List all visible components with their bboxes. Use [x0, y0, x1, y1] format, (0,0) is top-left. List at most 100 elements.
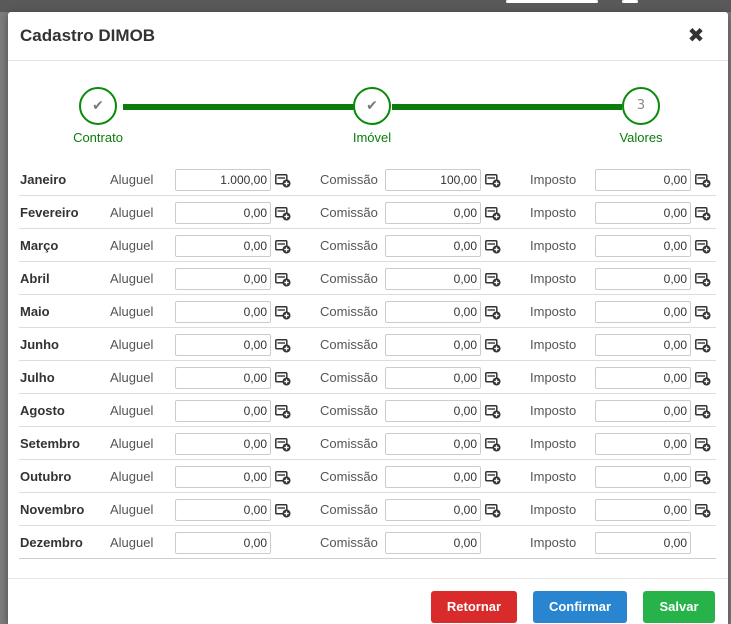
confirmar-button[interactable]: Confirmar [533, 591, 627, 623]
comissao-label: Comissão [320, 370, 378, 385]
month-label: Julho [20, 370, 55, 385]
calculator-add-icon[interactable] [695, 207, 711, 221]
table-row: Junho Aluguel 0,00 Comissão 0,00 Imposto 0,00 [19, 328, 716, 361]
calculator-add-icon[interactable] [275, 339, 291, 353]
imposto-input[interactable]: 0,00 [595, 433, 691, 455]
aluguel-input[interactable]: 0,00 [175, 202, 271, 224]
aluguel-input[interactable]: 0,00 [175, 367, 271, 389]
aluguel-label: Aluguel [110, 337, 154, 352]
calculator-add-icon[interactable] [485, 306, 501, 320]
step-contrato-circle[interactable]: ✔ [79, 87, 117, 125]
imposto-input[interactable]: 0,00 [595, 532, 691, 554]
imposto-input[interactable]: 0,00 [595, 499, 691, 521]
aluguel-input[interactable]: 0,00 [175, 235, 271, 257]
imposto-input[interactable]: 0,00 [595, 367, 691, 389]
month-label: Outubro [20, 469, 72, 484]
close-icon[interactable]: ✖ [686, 25, 706, 45]
table-row: Setembro Aluguel 0,00 Comissão 0,00 Imposto 0,… [19, 427, 716, 460]
calculator-add-icon[interactable] [485, 504, 501, 518]
table-row: Maio Aluguel 0,00 Comissão 0,00 Imposto 0,00 [19, 295, 716, 328]
aluguel-label: Aluguel [110, 535, 154, 550]
calculator-add-icon[interactable] [695, 339, 711, 353]
calculator-add-icon[interactable] [275, 273, 291, 287]
comissao-input[interactable]: 0,00 [385, 499, 481, 521]
comissao-input[interactable]: 0,00 [385, 268, 481, 290]
calculator-add-icon[interactable] [485, 174, 501, 188]
calculator-add-icon[interactable] [275, 207, 291, 221]
calculator-add-icon[interactable] [485, 438, 501, 452]
comissao-input[interactable]: 0,00 [385, 202, 481, 224]
calculator-add-icon[interactable] [275, 240, 291, 254]
imposto-input[interactable]: 0,00 [595, 466, 691, 488]
calculator-add-icon[interactable] [275, 306, 291, 320]
imposto-input[interactable]: 0,00 [595, 334, 691, 356]
calculator-add-icon[interactable] [485, 207, 501, 221]
table-row: Fevereiro Aluguel 0,00 Comissão 0,00 Imposto 0… [19, 196, 716, 229]
calculator-add-icon[interactable] [695, 471, 711, 485]
step-imovel-circle[interactable]: ✔ [353, 87, 391, 125]
comissao-input[interactable]: 0,00 [385, 334, 481, 356]
aluguel-input[interactable]: 0,00 [175, 400, 271, 422]
calculator-add-icon[interactable] [275, 372, 291, 386]
imposto-input[interactable]: 0,00 [595, 169, 691, 191]
calculator-add-icon[interactable] [695, 438, 711, 452]
calculator-add-icon[interactable] [695, 306, 711, 320]
imposto-input[interactable]: 0,00 [595, 268, 691, 290]
step-number: 3 [636, 98, 646, 113]
calculator-add-icon[interactable] [485, 405, 501, 419]
aluguel-input[interactable]: 0,00 [175, 532, 271, 554]
calculator-add-icon[interactable] [695, 174, 711, 188]
comissao-input[interactable]: 0,00 [385, 301, 481, 323]
calculator-add-icon[interactable] [485, 273, 501, 287]
comissao-label: Comissão [320, 304, 378, 319]
aluguel-input[interactable]: 0,00 [175, 334, 271, 356]
calculator-add-icon[interactable] [275, 504, 291, 518]
step-valores-circle[interactable]: 3 [622, 87, 660, 125]
imposto-input[interactable]: 0,00 [595, 235, 691, 257]
calculator-add-icon[interactable] [695, 273, 711, 287]
calculator-add-icon[interactable] [485, 372, 501, 386]
comissao-input[interactable]: 0,00 [385, 400, 481, 422]
comissao-label: Comissão [320, 535, 378, 550]
imposto-label: Imposto [530, 535, 577, 550]
salvar-button[interactable]: Salvar [643, 591, 715, 623]
calculator-add-icon[interactable] [695, 405, 711, 419]
calculator-add-icon[interactable] [485, 240, 501, 254]
comissao-input[interactable]: 100,00 [385, 169, 481, 191]
calculator-add-icon[interactable] [485, 471, 501, 485]
aluguel-label: Aluguel [110, 205, 154, 220]
background-pill [506, 0, 598, 3]
month-label: Abril [20, 271, 50, 286]
comissao-input[interactable]: 0,00 [385, 235, 481, 257]
calculator-add-icon[interactable] [695, 240, 711, 254]
comissao-input[interactable]: 0,00 [385, 433, 481, 455]
table-row: Dezembro Aluguel 0,00 Comissão 0,00 Imposto 0,… [19, 526, 716, 559]
wizard-stepper: ✔ ✔ 3 Contrato Imóvel Valores [8, 61, 728, 151]
comissao-input[interactable]: 0,00 [385, 466, 481, 488]
calculator-add-icon[interactable] [275, 174, 291, 188]
aluguel-label: Aluguel [110, 436, 154, 451]
calculator-add-icon[interactable] [695, 504, 711, 518]
imposto-input[interactable]: 0,00 [595, 400, 691, 422]
aluguel-input[interactable]: 0,00 [175, 301, 271, 323]
comissao-input[interactable]: 0,00 [385, 367, 481, 389]
imposto-input[interactable]: 0,00 [595, 301, 691, 323]
calculator-add-icon[interactable] [275, 438, 291, 452]
comissao-label: Comissão [320, 205, 378, 220]
dialog-footer: Retornar Confirmar Salvar [8, 578, 728, 624]
calculator-add-icon[interactable] [275, 471, 291, 485]
comissao-input[interactable]: 0,00 [385, 532, 481, 554]
aluguel-input[interactable]: 0,00 [175, 268, 271, 290]
monthly-values-table: Janeiro Aluguel 1.000,00 Comissão 100,00 Impo… [19, 163, 716, 559]
retornar-button[interactable]: Retornar [431, 591, 517, 623]
aluguel-input[interactable]: 0,00 [175, 433, 271, 455]
aluguel-input[interactable]: 1.000,00 [175, 169, 271, 191]
calculator-add-icon[interactable] [695, 372, 711, 386]
aluguel-input[interactable]: 0,00 [175, 466, 271, 488]
calculator-add-icon[interactable] [275, 405, 291, 419]
calculator-add-icon[interactable] [485, 339, 501, 353]
imposto-label: Imposto [530, 205, 577, 220]
table-row: Novembro Aluguel 0,00 Comissão 0,00 Imposto 0,… [19, 493, 716, 526]
imposto-input[interactable]: 0,00 [595, 202, 691, 224]
aluguel-input[interactable]: 0,00 [175, 499, 271, 521]
